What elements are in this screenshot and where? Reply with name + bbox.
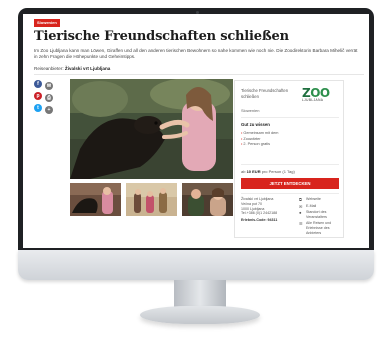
twitter-icon[interactable]: t [34, 104, 42, 112]
monitor-chin [18, 250, 374, 280]
all-offers-link[interactable]: ☰ Alle Reisen und Erlebnisse des Anbieter… [299, 221, 343, 235]
card-heading: Gut zu wissen [241, 122, 270, 127]
list-icon: ☰ [299, 221, 303, 227]
card-divider [241, 117, 339, 118]
card-offer-name: Tierische Freundschaften schließen [241, 88, 289, 99]
share-icon[interactable]: + [45, 106, 53, 114]
price-info: ab 10 EUR pro Person (1 Tag) [241, 169, 295, 174]
author-label: Reiseanbieter: [34, 66, 64, 71]
facebook-icon[interactable]: f [34, 80, 42, 88]
email-link[interactable]: ✉ E-Mail [299, 204, 343, 209]
gallery-thumbnail[interactable] [126, 183, 177, 216]
card-divider [241, 164, 339, 165]
article-intro: Im Zoo Ljubljana kann man Löwen, Giraffe… [34, 48, 358, 60]
list-item: 2. Person gratis [241, 142, 301, 148]
email-link-label: E-Mail [306, 203, 317, 208]
phone-link[interactable]: Tel.+386 (0)1 2442188 [241, 211, 289, 216]
article-author: Reiseanbieter: Živalski vrt Ljubljana [34, 66, 110, 71]
thumb-sea-lion [70, 183, 121, 216]
experience-code: Erlebnis-Code: 94311 [241, 218, 278, 223]
booking-card: Tierische Freundschaften schließen ZOO L… [234, 80, 344, 238]
page-title: Tierische Freundschaften schließen [34, 29, 289, 44]
logo-wordmark: ZOO [302, 86, 330, 100]
location-link[interactable]: ● Standort des Veranstalters [299, 210, 343, 219]
header-divider [34, 74, 364, 75]
pinterest-icon[interactable]: p [34, 92, 42, 100]
card-divider [241, 193, 339, 194]
mail-icon: ✉ [299, 203, 303, 209]
gallery-thumbnail[interactable] [182, 183, 233, 216]
email-share-icon[interactable]: ✉ [45, 82, 53, 90]
browser-viewport: Slowenien Tierische Freundschaften schli… [23, 14, 369, 248]
website-link-label: Webseite [306, 197, 321, 201]
price-value: 10 EUR [246, 169, 261, 174]
location-link-label: Standort des Veranstalters [306, 210, 327, 219]
provider-links: ⧉ Webseite ✉ E-Mail ● Standort des Veransta… [299, 197, 343, 237]
card-country: Slowenien [241, 108, 260, 113]
zoo-ljubljana-logo: ZOO LJUBLJANA [302, 86, 332, 102]
photo-sea-lion-girl [70, 79, 233, 179]
monitor-stand-foot [140, 306, 260, 324]
provider-address: Živalski vrt Ljubljana Večna pot 70 1000… [241, 197, 289, 223]
author-link[interactable]: Živalski vrt Ljubljana [65, 66, 110, 71]
web-icon: ⧉ [299, 197, 302, 202]
category-badge[interactable]: Slowenien [34, 19, 60, 27]
price-suffix: pro Person (1 Tag) [261, 169, 295, 174]
price-prefix: ab [241, 169, 246, 174]
all-offers-link-label: Alle Reisen und Erlebnisse des Anbieters [306, 221, 332, 235]
discover-now-button[interactable]: JETZT ENTDECKEN [241, 178, 339, 189]
gallery-thumbnail[interactable] [70, 183, 121, 216]
print-icon[interactable]: ⎙ [45, 94, 53, 102]
desktop-scene: Slowenien Tierische Freundschaften schli… [0, 0, 378, 339]
website-link[interactable]: ⧉ Webseite [299, 197, 343, 202]
location-pin-icon: ● [299, 210, 302, 216]
main-photo[interactable] [70, 79, 233, 179]
thumb-visitors [126, 183, 177, 216]
thumb-zookeeper [182, 183, 233, 216]
feature-list: Gemeinsam mit dem Zoowärter 2. Person gr… [241, 131, 301, 148]
